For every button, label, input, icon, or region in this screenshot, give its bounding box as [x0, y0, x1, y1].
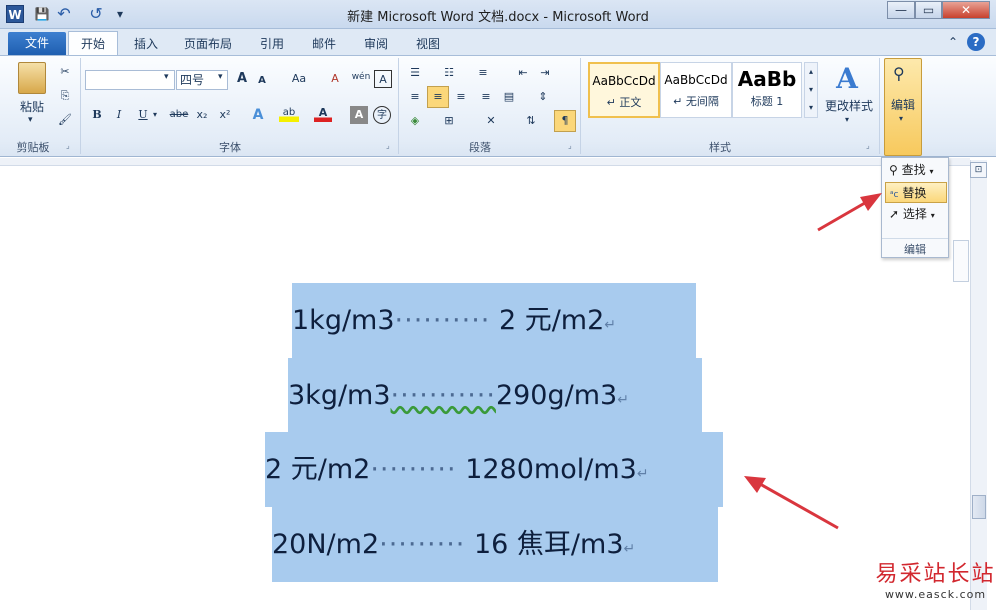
watermark-url: www.easck.com: [884, 588, 987, 601]
watermark-name: 易采站长站: [875, 562, 996, 587]
annotation-arrows: [744, 193, 882, 530]
arrow-to-replace: [817, 193, 882, 232]
watermark: 易采站长站 www.easck.com: [875, 556, 996, 610]
arrow-to-text: [744, 476, 839, 530]
